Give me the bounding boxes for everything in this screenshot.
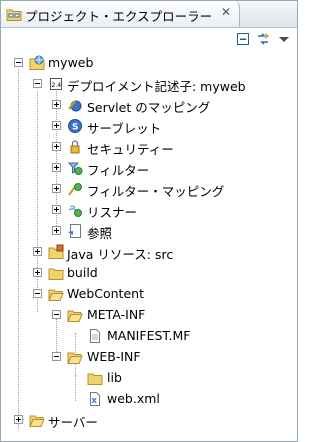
tree-label: WEB-INF [87, 349, 141, 364]
svg-text:S: S [72, 123, 78, 133]
project-explorer-view: プロジェクト・エクスプローラー ✕ myweb 2.4 デプロイメント記述子: … [0, 0, 298, 442]
tree-item-build[interactable]: build [1, 263, 297, 284]
open-folder-icon [67, 352, 83, 364]
collapse-all-icon[interactable] [235, 31, 251, 47]
tree-label: META-INF [87, 307, 146, 322]
open-folder-icon [67, 310, 83, 322]
collapse-toggle[interactable] [52, 352, 61, 361]
expand-toggle[interactable] [33, 247, 42, 256]
link-with-editor-icon[interactable] [255, 31, 271, 47]
xml-file-icon: X [90, 392, 100, 406]
tree-label: フィルター [87, 163, 150, 178]
tree-item-web-inf[interactable]: WEB-INF [1, 347, 297, 368]
view-tab[interactable]: プロジェクト・エクスプローラー ✕ [1, 1, 240, 27]
lock-icon [70, 140, 80, 154]
listener-icon [68, 205, 82, 217]
expand-toggle[interactable] [52, 226, 61, 235]
tree-label: myweb [48, 55, 94, 70]
tree-label: MANIFEST.MF [107, 328, 191, 343]
expand-toggle[interactable] [52, 100, 61, 109]
tree-item-references[interactable]: 参照 [1, 221, 297, 242]
tree-item-filter-mappings[interactable]: フィルター・マッピング [1, 179, 297, 200]
deployment-descriptor-icon: 2.4 [50, 78, 62, 90]
tree-item-servlet-mappings[interactable]: Servlet のマッピング [1, 95, 297, 116]
view-menu-icon[interactable] [276, 31, 292, 47]
tree-item-lib[interactable]: lib [1, 368, 297, 389]
tree-label: build [67, 265, 98, 280]
tree-label: 参照 [87, 226, 113, 241]
tree-label: リスナー [87, 205, 138, 220]
tree-item-security[interactable]: セキュリティー [1, 137, 297, 158]
java-resources-icon [48, 244, 64, 259]
tree-label: デプロイメント記述子: myweb [67, 79, 246, 94]
tree-item-web-xml[interactable]: X web.xml [1, 389, 297, 410]
tree-item-listeners[interactable]: リスナー [1, 200, 297, 221]
tree-label: web.xml [107, 391, 160, 406]
collapse-toggle[interactable] [14, 58, 23, 67]
references-icon [68, 224, 81, 238]
tree-label: Servlet のマッピング [87, 100, 211, 115]
tree-label: Java リソース: src [67, 247, 174, 262]
expand-toggle[interactable] [52, 184, 61, 193]
svg-text:X: X [92, 397, 98, 405]
close-icon[interactable]: ✕ [221, 5, 231, 19]
open-folder-icon [48, 289, 64, 301]
project-explorer-icon [6, 9, 22, 21]
expand-toggle[interactable] [14, 415, 23, 424]
collapse-toggle[interactable] [33, 289, 42, 298]
text-file-icon [90, 329, 100, 343]
svg-text:2.4: 2.4 [52, 82, 62, 89]
web-project-icon [29, 55, 45, 70]
project-tree: myweb 2.4 デプロイメント記述子: myweb Servlet のマッピ… [1, 51, 297, 439]
tree-item-meta-inf[interactable]: META-INF [1, 305, 297, 326]
tree-item-servlets[interactable]: S サーブレット [1, 116, 297, 137]
tree-label: WebContent [67, 286, 144, 301]
servlet-icon: S [68, 119, 82, 133]
tree-label: サーブレット [87, 121, 162, 136]
tree-label: フィルター・マッピング [87, 184, 225, 199]
expand-toggle[interactable] [52, 121, 61, 130]
folder-icon [48, 268, 64, 280]
tree-label: サーバー [48, 415, 98, 430]
expand-toggle[interactable] [52, 142, 61, 151]
tree-label: lib [107, 370, 122, 385]
collapse-toggle[interactable] [52, 310, 61, 319]
collapse-toggle[interactable] [33, 79, 42, 88]
expand-toggle[interactable] [33, 268, 42, 277]
view-tab-bar: プロジェクト・エクスプローラー ✕ [1, 1, 297, 28]
tree-item-webcontent[interactable]: WebContent [1, 284, 297, 305]
servers-folder-icon [29, 415, 45, 427]
tree-label: セキュリティー [87, 142, 174, 157]
tree-item-servers[interactable]: サーバー [1, 410, 297, 431]
tree-item-project[interactable]: myweb [1, 53, 297, 74]
tree-item-deployment-descriptor[interactable]: 2.4 デプロイメント記述子: myweb [1, 74, 297, 95]
expand-toggle[interactable] [52, 205, 61, 214]
filter-mapping-icon [68, 183, 82, 196]
tree-item-filters[interactable]: フィルター [1, 158, 297, 179]
view-title: プロジェクト・エクスプローラー [25, 9, 213, 24]
tree-item-java-resources[interactable]: Java リソース: src [1, 242, 297, 263]
folder-icon [87, 373, 103, 385]
expand-toggle[interactable] [52, 163, 61, 172]
view-toolbar [1, 28, 297, 50]
tree-item-manifest[interactable]: MANIFEST.MF [1, 326, 297, 347]
servlet-mapping-icon [68, 100, 82, 112]
filter-icon [67, 162, 83, 175]
